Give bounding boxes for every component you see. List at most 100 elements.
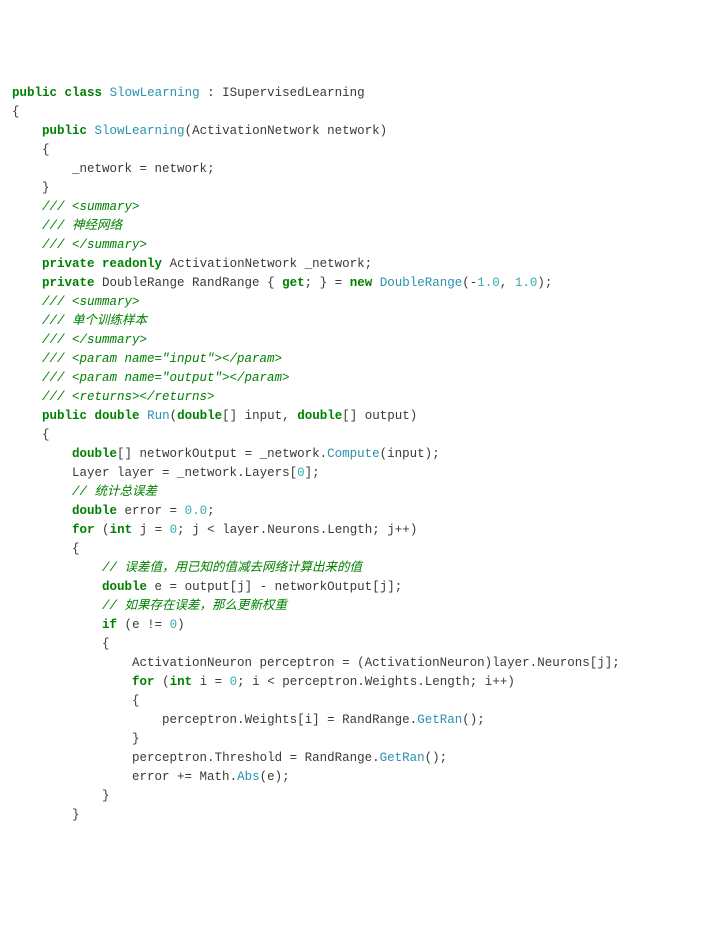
- code-token: (): [425, 751, 440, 765]
- code-token: .: [320, 447, 328, 461]
- code-token: // 误差值，用已知的值减去网络计算出来的值: [102, 561, 362, 575]
- code-token: /// </summary>: [42, 333, 147, 347]
- code-token: [342, 276, 350, 290]
- code-line: {: [12, 540, 713, 559]
- code-token: [12, 390, 42, 404]
- code-token: int: [110, 523, 133, 537]
- code-token: networkOutput: [267, 580, 372, 594]
- code-token: [275, 276, 283, 290]
- code-token: double: [177, 409, 222, 423]
- code-token: (: [102, 523, 110, 537]
- code-token: public: [12, 86, 57, 100]
- code-token: // 统计总误差: [72, 485, 157, 499]
- code-token: [: [290, 466, 298, 480]
- code-line: /// 神经网络: [12, 217, 713, 236]
- code-token: ;: [237, 675, 245, 689]
- code-token: ): [410, 409, 418, 423]
- code-token: [12, 219, 42, 233]
- code-token: Weights: [365, 675, 418, 689]
- code-line: // 如果存在误差，那么更新权重: [12, 597, 713, 616]
- code-token: 0: [170, 523, 178, 537]
- code-token: ): [507, 675, 515, 689]
- code-token: Neurons: [267, 523, 320, 537]
- code-token: Neurons: [537, 656, 590, 670]
- code-line: /// <returns></returns>: [12, 388, 713, 407]
- code-token: double: [102, 580, 147, 594]
- code-token: _network: [252, 447, 320, 461]
- code-token: 0: [297, 466, 305, 480]
- code-line: /// </summary>: [12, 236, 713, 255]
- code-token: _network: [170, 466, 238, 480]
- code-token: j: [380, 523, 395, 537]
- code-line: _network = network;: [12, 160, 713, 179]
- code-token: {: [267, 276, 275, 290]
- code-token: [12, 675, 132, 689]
- code-token: [95, 257, 103, 271]
- code-token: {: [102, 637, 110, 651]
- code-token: Layer layer: [12, 466, 162, 480]
- code-token: [12, 542, 72, 556]
- code-token: [12, 124, 42, 138]
- code-token: ;: [305, 276, 313, 290]
- code-token: i: [477, 675, 492, 689]
- code-line: double error = 0.0;: [12, 502, 713, 521]
- code-token: GetRan: [417, 713, 462, 727]
- code-token: for: [72, 523, 95, 537]
- code-token: .: [207, 751, 215, 765]
- code-token: output: [357, 409, 410, 423]
- code-token: 1.0: [477, 276, 500, 290]
- code-token: [12, 257, 42, 271]
- code-token: /// </summary>: [42, 238, 147, 252]
- code-token: _network: [12, 162, 140, 176]
- code-token: ;: [207, 504, 215, 518]
- code-token: =: [327, 713, 335, 727]
- code-line: // 统计总误差: [12, 483, 713, 502]
- code-token: ]: [387, 580, 395, 594]
- code-token: [12, 143, 42, 157]
- code-token: .: [357, 675, 365, 689]
- code-token: [155, 675, 163, 689]
- code-token: (): [462, 713, 477, 727]
- code-block: public class SlowLearning : ISupervisedL…: [12, 84, 713, 825]
- code-token: ): [177, 618, 185, 632]
- code-token: {: [72, 542, 80, 556]
- code-token: [12, 808, 72, 822]
- code-token: j: [132, 523, 155, 537]
- code-token: [12, 561, 102, 575]
- code-token: /// <summary>: [42, 200, 140, 214]
- code-token: Math: [192, 770, 230, 784]
- code-token: [12, 181, 42, 195]
- code-token: 0.0: [185, 504, 208, 518]
- code-token: {: [132, 694, 140, 708]
- code-token: /// 单个训练样本: [42, 314, 147, 328]
- code-token: /// <param name="output"></param>: [42, 371, 290, 385]
- code-token: input: [387, 447, 425, 461]
- code-token: [: [230, 580, 238, 594]
- code-token: []: [222, 409, 237, 423]
- code-token: /// <returns></returns>: [42, 390, 215, 404]
- code-token: }: [132, 732, 140, 746]
- code-token: i: [245, 675, 268, 689]
- code-token: (: [357, 656, 365, 670]
- code-token: =: [162, 466, 170, 480]
- code-line: }: [12, 179, 713, 198]
- code-token: [: [372, 580, 380, 594]
- code-line: /// <summary>: [12, 293, 713, 312]
- code-token: // 如果存在误差，那么更新权重: [102, 599, 287, 613]
- code-token: [12, 352, 42, 366]
- code-token: i: [192, 675, 215, 689]
- code-token: [162, 523, 170, 537]
- code-token: networkOutput: [132, 447, 245, 461]
- code-line: for (int j = 0; j < layer.Neurons.Length…: [12, 521, 713, 540]
- code-line: double[] networkOutput = _network.Comput…: [12, 445, 713, 464]
- code-token: [312, 276, 320, 290]
- code-token: [87, 124, 95, 138]
- code-token: [350, 656, 358, 670]
- code-token: 0: [170, 618, 178, 632]
- code-token: [12, 580, 102, 594]
- code-token: [252, 580, 260, 594]
- code-token: [327, 276, 335, 290]
- code-token: for: [132, 675, 155, 689]
- code-token: [12, 200, 42, 214]
- code-token: [320, 713, 328, 727]
